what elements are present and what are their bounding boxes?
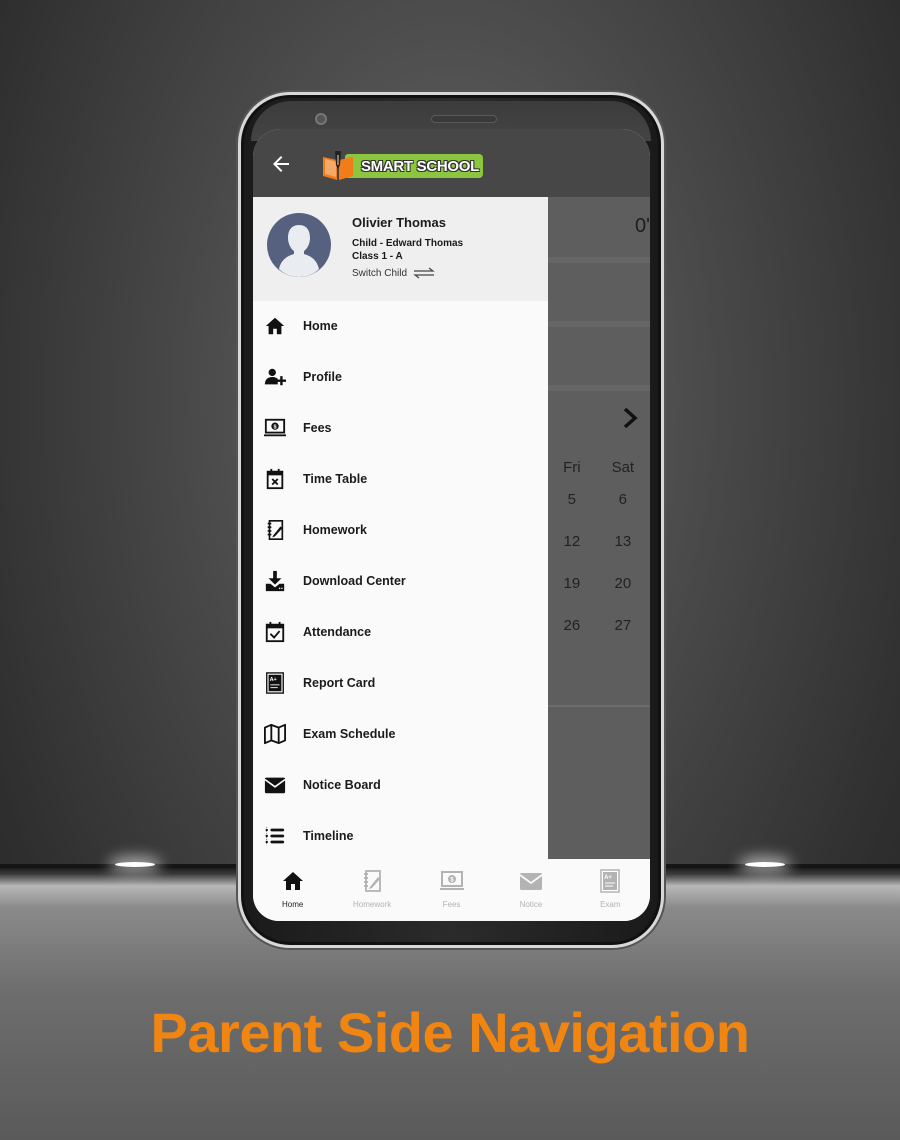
phone-frame: SMART SCHOOL 0' Fri Sat 5 6 12 13 19 20 … [238, 92, 664, 948]
calendar-check-icon [262, 620, 288, 644]
drawer-item-label: Exam Schedule [303, 727, 396, 741]
drawer-item-label: Home [303, 319, 338, 333]
envelope-icon [262, 773, 288, 797]
map-icon [262, 722, 288, 746]
home-icon [262, 314, 288, 338]
bottom-tab-home[interactable]: Home [253, 859, 332, 921]
svg-text:A+: A+ [270, 677, 277, 683]
calendar-date[interactable]: 12 [548, 533, 596, 550]
switch-child-button[interactable]: Switch Child [352, 267, 435, 279]
calendar-header-row: Fri Sat [548, 459, 650, 476]
calendar-day-header: Fri [563, 459, 581, 476]
calendar-day-header: Sat [611, 459, 635, 476]
drawer-item-timeline[interactable]: Timeline [253, 811, 548, 861]
drawer-item-label: Time Table [303, 472, 368, 486]
drawer-item-label: Download Center [303, 574, 406, 588]
notebook-pen-icon [262, 518, 288, 542]
drawer-item-time-table[interactable]: Time Table [253, 454, 548, 504]
background-divider [548, 385, 650, 391]
drawer-item-label: Report Card [303, 676, 376, 690]
drawer-item-download-center[interactable]: Download Center [253, 556, 548, 606]
spotlight-left [115, 862, 155, 867]
notebook-pen-icon [364, 870, 382, 892]
list-icon [262, 824, 288, 848]
spotlight-right [745, 862, 785, 867]
phone-screen: SMART SCHOOL 0' Fri Sat 5 6 12 13 19 20 … [253, 129, 650, 921]
drawer-item-label: Timeline [303, 829, 354, 843]
drawer-item-profile[interactable]: Profile [253, 352, 548, 402]
drawer-item-label: Attendance [303, 625, 372, 639]
download-icon [262, 569, 288, 593]
calendar-week-row: 12 13 [548, 533, 650, 550]
svg-text:A+: A+ [604, 875, 612, 881]
background-dashboard: 0' Fri Sat 5 6 12 13 19 20 26 27 [548, 197, 650, 859]
smart-school-logo: SMART SCHOOL [321, 151, 483, 181]
home-icon [282, 872, 303, 890]
open-book-pen-icon [323, 151, 353, 180]
background-divider [548, 321, 650, 327]
drawer-item-attendance[interactable]: Attendance [253, 607, 548, 657]
calendar-date[interactable]: 5 [548, 491, 596, 508]
logo-text: SMART SCHOOL [360, 157, 480, 175]
drawer-item-label: Homework [303, 523, 367, 537]
svg-text:$: $ [273, 424, 276, 430]
calendar-date[interactable]: 26 [548, 617, 596, 634]
drawer-item-label: Profile [303, 370, 342, 384]
calendar-date[interactable]: 20 [596, 575, 650, 592]
user-plus-icon [262, 365, 288, 389]
user-name: Olivier Thomas [352, 215, 446, 230]
drawer-item-notice-board[interactable]: Notice Board [253, 760, 548, 810]
drawer-item-homework[interactable]: Homework [253, 505, 548, 555]
fees-laptop-icon: $ [439, 871, 464, 890]
swap-arrows-icon [413, 267, 435, 279]
chevron-right-icon[interactable] [622, 407, 638, 429]
earpiece-speaker [431, 115, 497, 123]
navigation-drawer: Olivier Thomas Child - Edward Thomas Cla… [253, 197, 548, 859]
logo-banner: SMART SCHOOL [345, 154, 483, 178]
calendar-date[interactable]: 27 [596, 617, 650, 634]
back-arrow-icon[interactable] [269, 152, 293, 176]
front-camera [315, 113, 327, 125]
bottom-tab-label: Home [282, 900, 304, 909]
background-divider [548, 257, 650, 263]
promo-headline: Parent Side Navigation [150, 1001, 750, 1064]
drawer-item-home[interactable]: Home [253, 301, 548, 351]
report-card-icon: A+ [262, 671, 288, 695]
bottom-tab-label: Notice [519, 900, 543, 909]
bottom-tab-fees[interactable]: $ Fees [412, 859, 491, 921]
bottom-tab-label: Exam [600, 900, 621, 909]
calendar-week-row: 26 27 [548, 617, 650, 634]
bottom-tab-homework[interactable]: Homework [332, 859, 411, 921]
child-name: Child - Edward Thomas [352, 238, 464, 249]
app-bar: SMART SCHOOL [253, 129, 650, 197]
calendar-date[interactable]: 13 [596, 533, 650, 550]
bottom-tab-label: Fees [442, 900, 461, 909]
drawer-item-label: Fees [303, 421, 332, 435]
bottom-tab-exam[interactable]: A+ Exam [571, 859, 650, 921]
calendar-bottom-divider [548, 705, 650, 707]
drawer-header: Olivier Thomas Child - Edward Thomas Cla… [253, 197, 548, 301]
report-card-icon: A+ [600, 869, 621, 893]
bottom-navigation: Home Homework $ Fees Notice A+ Exam [253, 859, 650, 921]
drawer-item-fees[interactable]: $ Fees [253, 403, 548, 453]
user-silhouette-icon [279, 225, 319, 277]
calendar-date[interactable]: 6 [596, 491, 650, 508]
drawer-item-label: Notice Board [303, 778, 381, 792]
drawer-item-exam-schedule[interactable]: Exam Schedule [253, 709, 548, 759]
avatar[interactable] [267, 213, 331, 277]
bottom-tab-notice[interactable]: Notice [491, 859, 570, 921]
drawer-item-report-card[interactable]: A+ Report Card [253, 658, 548, 708]
calendar-week-row: 5 6 [548, 491, 650, 508]
calendar-x-icon [262, 467, 288, 491]
calendar-date[interactable]: 19 [548, 575, 596, 592]
envelope-icon [519, 873, 543, 890]
calendar-week-row: 19 20 [548, 575, 650, 592]
child-class: Class 1 - A [352, 251, 403, 262]
switch-child-label: Switch Child [352, 267, 408, 279]
bottom-tab-label: Homework [352, 900, 392, 909]
fees-laptop-icon: $ [262, 416, 288, 440]
background-value: 0' [635, 215, 650, 237]
